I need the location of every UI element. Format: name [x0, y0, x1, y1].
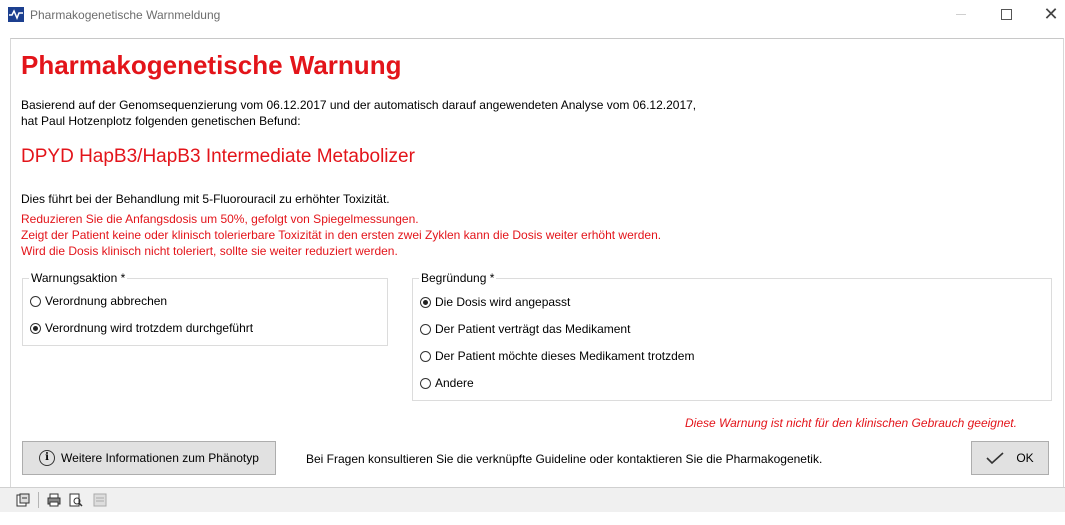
recommendation-line-3: Wird die Dosis klinisch nicht toleriert,… [21, 244, 398, 258]
ok-button[interactable]: OK [971, 441, 1049, 475]
intro-line-2: hat Paul Hotzenplotz folgenden genetisch… [21, 114, 301, 128]
warning-action-group: Warnungsaktion * Verordnung abbrechen Ve… [22, 271, 388, 346]
radio-patient-tolerates-circle[interactable] [420, 323, 431, 335]
maximize-button[interactable] [983, 0, 1029, 30]
warning-heading: Pharmakogenetische Warnung [21, 50, 402, 80]
print-preview-icon[interactable] [69, 493, 83, 507]
minimize-icon [956, 14, 966, 16]
status-bar [0, 487, 1065, 512]
disclaimer-text: Diese Warnung ist nicht für den klinisch… [685, 416, 1017, 430]
radio-proceed-order-circle[interactable] [30, 322, 41, 334]
phenotype-info-label: Weitere Informationen zum Phänotyp [61, 451, 259, 465]
window-bottom-edge [0, 512, 1065, 525]
radio-other[interactable]: Andere [420, 376, 474, 390]
radio-patient-tolerates[interactable]: Der Patient verträgt das Medikament [420, 322, 630, 336]
radio-dose-adjusted-label: Die Dosis wird angepasst [435, 295, 571, 309]
radio-other-circle[interactable] [420, 377, 431, 389]
recommendation-text: Reduzieren Sie die Anfangsdosis um 50%, … [21, 211, 661, 259]
intro-line-1: Basierend auf der Genomsequenzierung vom… [21, 98, 697, 112]
footer-note: Bei Fragen konsultieren Sie die verknüpf… [306, 452, 823, 466]
recommendation-line-2: Zeigt der Patient keine oder klinisch to… [21, 228, 662, 242]
reason-group: Begründung * Die Dosis wird angepasst De… [412, 271, 1052, 401]
radio-proceed-order[interactable]: Verordnung wird trotzdem durchgeführt [30, 321, 253, 335]
radio-patient-wants-label: Der Patient möchte dieses Medikament tro… [435, 349, 695, 363]
genetic-finding: DPYD HapB3/HapB3 Intermediate Metabolize… [21, 146, 415, 167]
export-icon[interactable] [16, 493, 30, 507]
recommendation-line-1: Reduzieren Sie die Anfangsdosis um 50%, … [21, 212, 419, 226]
maximize-icon [1000, 9, 1012, 21]
radio-dose-adjusted-circle[interactable] [420, 296, 431, 308]
radio-abort-order-circle[interactable] [30, 295, 41, 307]
print-icon[interactable] [47, 493, 61, 507]
warning-action-legend: Warnungsaktion * [29, 271, 128, 285]
radio-patient-tolerates-label: Der Patient verträgt das Medikament [435, 322, 631, 336]
statusbar-separator [38, 492, 39, 508]
settings-disabled-icon [93, 493, 107, 507]
window-title: Pharmakogenetische Warnmeldung [30, 8, 221, 22]
radio-other-label: Andere [435, 376, 474, 390]
reason-legend: Begründung * [419, 271, 497, 285]
ok-label: OK [1016, 451, 1034, 465]
waveform-app-icon [8, 7, 24, 22]
radio-dose-adjusted[interactable]: Die Dosis wird angepasst [420, 295, 570, 309]
radio-patient-wants-circle[interactable] [420, 350, 431, 362]
minimize-button[interactable] [938, 0, 984, 30]
title-bar: Pharmakogenetische Warnmeldung ✕ [0, 0, 1065, 30]
info-icon: i [39, 450, 56, 466]
radio-abort-order[interactable]: Verordnung abbrechen [30, 294, 167, 308]
effect-text: Dies führt bei der Behandlung mit 5-Fluo… [21, 192, 390, 206]
radio-proceed-order-label: Verordnung wird trotzdem durchgeführt [45, 321, 254, 335]
close-button[interactable]: ✕ [1028, 0, 1065, 30]
phenotype-info-button[interactable]: i Weitere Informationen zum Phänotyp [22, 441, 276, 475]
radio-abort-order-label: Verordnung abbrechen [45, 294, 168, 308]
radio-patient-wants[interactable]: Der Patient möchte dieses Medikament tro… [420, 349, 694, 363]
checkmark-icon [986, 452, 1004, 464]
intro-text: Basierend auf der Genomsequenzierung vom… [21, 97, 696, 129]
